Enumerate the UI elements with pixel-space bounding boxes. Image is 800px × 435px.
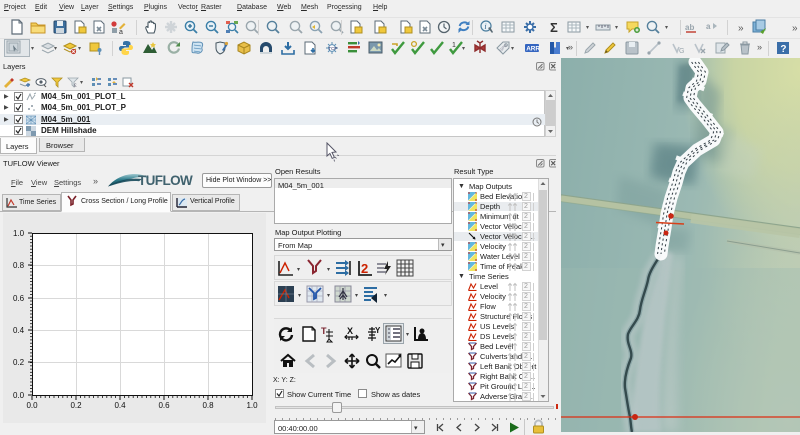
svg-text:2: 2 <box>361 261 368 276</box>
svg-text:?: ? <box>780 44 786 55</box>
svg-text:G: G <box>679 48 684 55</box>
svg-text:i: i <box>484 22 486 31</box>
svg-text:1: 1 <box>452 42 456 49</box>
svg-text:ab: ab <box>685 23 694 32</box>
svg-text:T: T <box>321 326 327 336</box>
svg-text:Y: Y <box>375 326 381 335</box>
svg-text:»: » <box>792 23 798 34</box>
svg-text:»: » <box>738 23 744 34</box>
svg-text:ε: ε <box>74 83 77 88</box>
svg-text:ARR: ARR <box>526 46 540 53</box>
svg-text:X: X <box>347 326 353 336</box>
svg-text:Σ: Σ <box>550 20 558 35</box>
svg-text:TUFLOW: TUFLOW <box>138 173 193 188</box>
svg-text:a: a <box>119 29 123 35</box>
svg-text:TCP: TCP <box>328 46 337 51</box>
svg-text:a: a <box>706 22 711 31</box>
